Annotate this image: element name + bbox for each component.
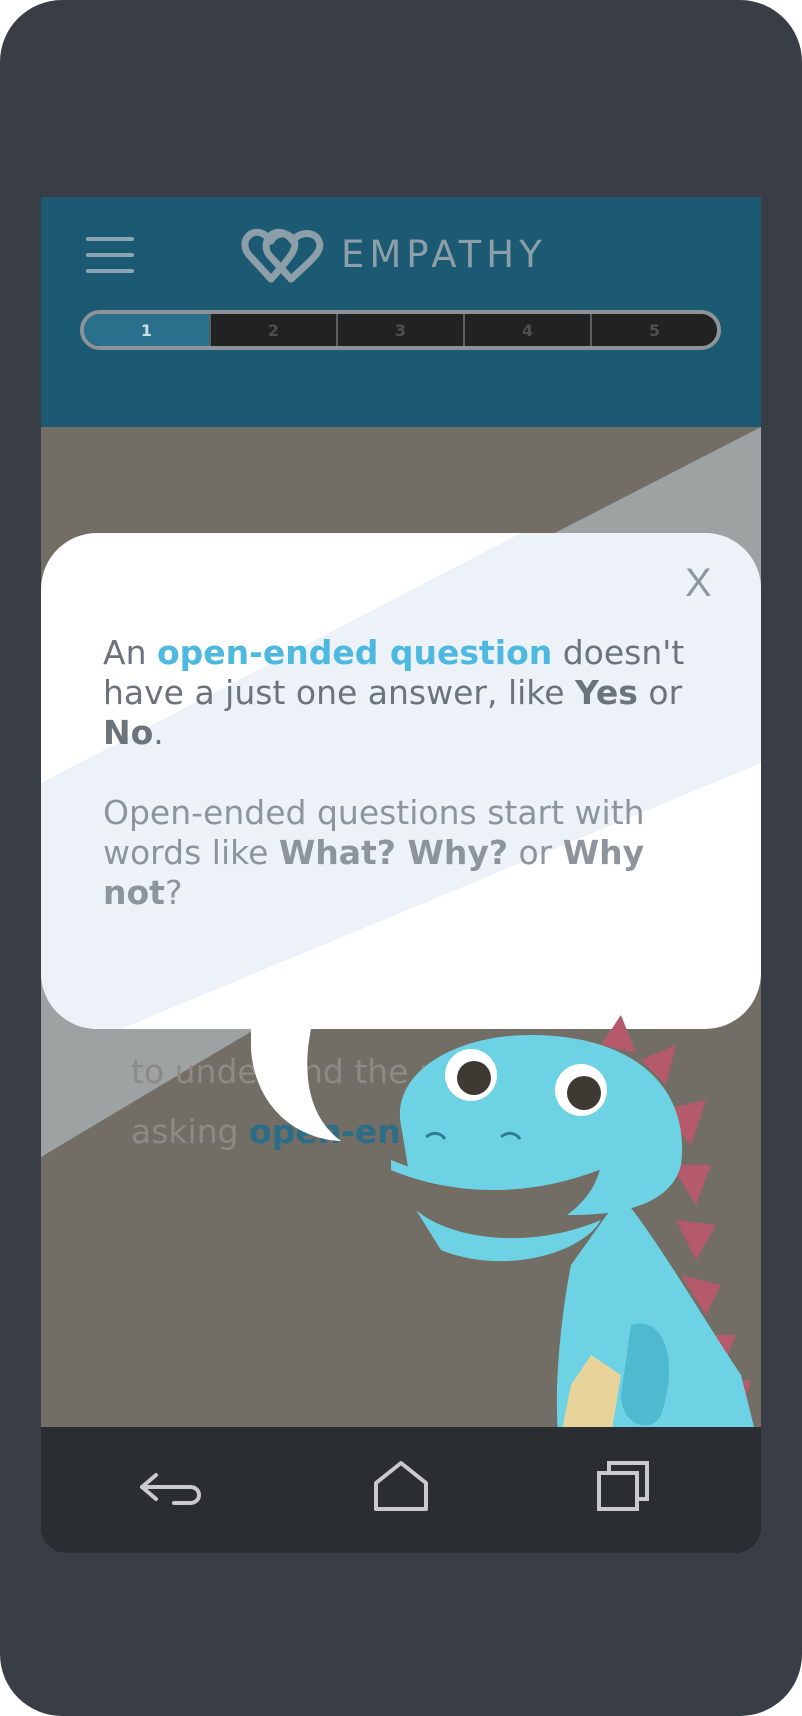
app-header: EMPATHY 1 2 3 4 5 bbox=[41, 197, 761, 427]
close-button[interactable]: X bbox=[685, 561, 712, 606]
back-icon bbox=[140, 1473, 201, 1505]
progress-steps: 1 2 3 4 5 bbox=[80, 310, 721, 350]
progress-step-3[interactable]: 3 bbox=[336, 314, 463, 346]
popup-paragraph-2: Open-ended questions start with words li… bbox=[103, 793, 703, 913]
progress-step-5[interactable]: 5 bbox=[590, 314, 717, 346]
bold-yes: Yes bbox=[575, 673, 638, 712]
app-logo: EMPATHY bbox=[241, 227, 561, 287]
popup-light-band bbox=[41, 533, 761, 1029]
popup-text: or bbox=[508, 833, 563, 872]
hearts-logo-icon bbox=[241, 228, 324, 283]
progress-step-2[interactable]: 2 bbox=[209, 314, 336, 346]
home-icon bbox=[374, 1461, 428, 1511]
popup-text: An bbox=[103, 633, 157, 672]
popup-text: or bbox=[637, 673, 683, 712]
popup-text: ? bbox=[164, 873, 183, 912]
progress-step-4[interactable]: 4 bbox=[463, 314, 590, 346]
menu-icon bbox=[86, 237, 134, 241]
menu-icon-bar bbox=[86, 253, 134, 257]
bold-what-why: What? Why? bbox=[278, 833, 508, 872]
app-title: EMPATHY bbox=[341, 233, 547, 276]
popup-paragraph-1: An open-ended question doesn't have a ju… bbox=[103, 633, 703, 753]
recents-button[interactable] bbox=[591, 1457, 661, 1521]
recents-icon bbox=[597, 1461, 649, 1511]
background-text-prefix: asking bbox=[131, 1112, 250, 1151]
phone-frame: EMPATHY 1 2 3 4 5 to under and the us as… bbox=[0, 0, 802, 1716]
bold-no: No bbox=[103, 713, 154, 752]
popup-text: . bbox=[153, 713, 164, 752]
dinosaur-mascot bbox=[391, 1015, 761, 1455]
app-screen: EMPATHY 1 2 3 4 5 to under and the us as… bbox=[41, 197, 761, 1553]
home-button[interactable] bbox=[366, 1457, 436, 1521]
keyword-open-ended-question: open-ended question bbox=[156, 633, 553, 672]
back-button[interactable] bbox=[136, 1457, 206, 1521]
tip-popup: X An open-ended question doesn't have a … bbox=[41, 533, 761, 1029]
menu-icon-bar bbox=[86, 269, 134, 273]
progress-step-1[interactable]: 1 bbox=[84, 314, 209, 346]
menu-button[interactable] bbox=[86, 235, 134, 275]
system-nav-bar bbox=[41, 1427, 761, 1553]
